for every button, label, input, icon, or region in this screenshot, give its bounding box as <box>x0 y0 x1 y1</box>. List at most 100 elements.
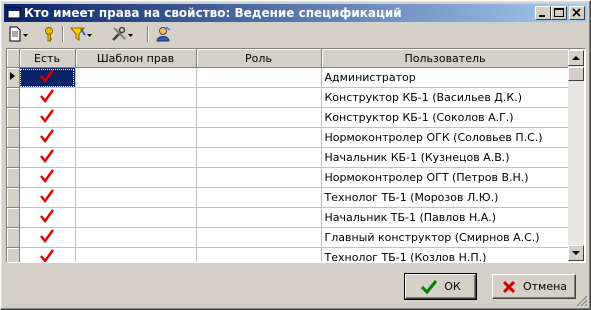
arrow-up-icon <box>572 56 580 60</box>
row-indicator-header <box>7 49 20 68</box>
row-indicator[interactable] <box>7 207 20 228</box>
column-header-role[interactable]: Роль <box>196 49 322 68</box>
cancel-x-icon <box>502 280 516 293</box>
scroll-up-button[interactable] <box>568 50 584 66</box>
table-row[interactable]: Конструктор КБ-1 (Васильев Д.К.) <box>7 87 570 108</box>
role-cell[interactable] <box>196 207 322 228</box>
checkmark-icon <box>40 249 55 262</box>
has-right-cell[interactable] <box>19 187 76 208</box>
has-right-cell[interactable] <box>19 127 76 148</box>
cancel-button[interactable]: Отмена <box>492 274 576 299</box>
template-cell[interactable] <box>75 127 197 148</box>
has-right-cell[interactable] <box>19 207 76 228</box>
user-cell[interactable]: Администратор <box>321 67 570 88</box>
template-cell[interactable] <box>75 67 197 88</box>
has-right-cell[interactable] <box>19 227 76 248</box>
column-header-template[interactable]: Шаблон прав <box>75 49 197 68</box>
scroll-down-button[interactable] <box>568 245 584 261</box>
cancel-button-label: Отмена <box>522 280 568 293</box>
rights-grid[interactable]: Есть Шаблон прав Роль Пользователь Админ… <box>6 48 586 263</box>
row-indicator[interactable] <box>7 227 20 248</box>
table-row[interactable]: Начальник ТБ-1 (Павлов Н.А.) <box>7 207 570 228</box>
title-bar[interactable]: Кто имеет права на свойство: Ведение спе… <box>4 4 587 22</box>
template-cell[interactable] <box>75 107 197 128</box>
row-indicator[interactable] <box>7 107 20 128</box>
row-indicator[interactable] <box>7 147 20 168</box>
row-indicator[interactable] <box>7 187 20 208</box>
checkmark-icon <box>40 149 55 164</box>
window-title: Кто имеет права на свойство: Ведение спе… <box>24 6 402 20</box>
table-row[interactable]: Начальник КБ-1 (Кузнецов А.В.) <box>7 147 570 168</box>
checkmark-icon <box>40 129 55 144</box>
user-cell[interactable]: Главный конструктор (Смирнов А.С.) <box>321 227 570 248</box>
template-cell[interactable] <box>75 247 197 262</box>
maximize-button[interactable] <box>551 6 567 20</box>
dropdown-arrow-icon <box>128 34 133 37</box>
checkmark-icon <box>40 89 55 104</box>
template-cell[interactable] <box>75 147 197 168</box>
checkmark-icon <box>421 279 438 294</box>
scroll-thumb[interactable] <box>568 67 584 81</box>
role-cell[interactable] <box>196 147 322 168</box>
close-button[interactable] <box>569 6 585 20</box>
template-cell[interactable] <box>75 167 197 188</box>
has-right-cell[interactable] <box>19 147 76 168</box>
dropdown-arrow-icon <box>87 34 92 37</box>
row-indicator[interactable] <box>7 87 20 108</box>
row-indicator[interactable] <box>7 127 20 148</box>
user-cell[interactable]: Начальник КБ-1 (Кузнецов А.В.) <box>321 147 570 168</box>
user-cell[interactable]: Конструктор КБ-1 (Соколов А.Г.) <box>321 107 570 128</box>
table-row[interactable]: Технолог ТБ-1 (Морозов Л.Ю.) <box>7 187 570 208</box>
user-button[interactable] <box>155 25 171 43</box>
role-cell[interactable] <box>196 107 322 128</box>
arrow-down-icon <box>572 251 580 255</box>
role-cell[interactable] <box>196 167 322 188</box>
table-row[interactable]: Технолог ТБ-1 (Козлов Н.П.) <box>7 247 570 262</box>
minimize-button[interactable] <box>535 6 551 20</box>
template-cell[interactable] <box>75 87 197 108</box>
user-cell[interactable]: Конструктор КБ-1 (Васильев Д.К.) <box>321 87 570 108</box>
vertical-scrollbar[interactable] <box>568 50 584 261</box>
role-cell[interactable] <box>196 247 322 262</box>
user-cell[interactable]: Начальник ТБ-1 (Павлов Н.А.) <box>321 207 570 228</box>
role-cell[interactable] <box>196 67 322 88</box>
resize-grip-icon[interactable] <box>576 295 588 307</box>
user-cell[interactable]: Нормоконтролер ОГК (Соловьев П.С.) <box>321 127 570 148</box>
role-cell[interactable] <box>196 87 322 108</box>
checkmark-icon <box>40 109 55 124</box>
checkmark-icon <box>40 189 55 204</box>
row-indicator[interactable] <box>7 67 20 88</box>
row-indicator[interactable] <box>7 247 20 262</box>
has-right-cell[interactable] <box>19 67 76 88</box>
template-cell[interactable] <box>75 227 197 248</box>
tools-button[interactable] <box>111 25 134 43</box>
filter-button[interactable] <box>70 25 93 43</box>
has-right-cell[interactable] <box>19 247 76 262</box>
template-cell[interactable] <box>75 187 197 208</box>
grid-header-row: Есть Шаблон прав Роль Пользователь <box>7 49 570 68</box>
table-row[interactable]: Конструктор КБ-1 (Соколов А.Г.) <box>7 107 570 128</box>
template-cell[interactable] <box>75 207 197 228</box>
user-cell[interactable]: Технолог ТБ-1 (Козлов Н.П.) <box>321 247 570 262</box>
toolbar <box>4 24 587 44</box>
has-right-cell[interactable] <box>19 107 76 128</box>
key-icon <box>45 27 53 42</box>
role-cell[interactable] <box>196 227 322 248</box>
table-row[interactable]: Администратор <box>7 67 570 88</box>
ok-button[interactable]: ОК <box>404 273 477 300</box>
has-right-cell[interactable] <box>19 87 76 108</box>
user-cell[interactable]: Технолог ТБ-1 (Морозов Л.Ю.) <box>321 187 570 208</box>
table-row[interactable]: Главный конструктор (Смирнов А.С.) <box>7 227 570 248</box>
row-indicator[interactable] <box>7 167 20 188</box>
role-cell[interactable] <box>196 127 322 148</box>
user-cell[interactable]: Нормоконтролер ОГТ (Петров В.Н.) <box>321 167 570 188</box>
current-row-arrow-icon <box>10 72 15 80</box>
role-cell[interactable] <box>196 187 322 208</box>
new-document-button[interactable] <box>8 25 29 43</box>
column-header-has[interactable]: Есть <box>19 49 76 68</box>
table-row[interactable]: Нормоконтролер ОГТ (Петров В.Н.) <box>7 167 570 188</box>
table-row[interactable]: Нормоконтролер ОГК (Соловьев П.С.) <box>7 127 570 148</box>
key-button[interactable] <box>42 25 56 43</box>
column-header-user[interactable]: Пользователь <box>321 49 570 68</box>
has-right-cell[interactable] <box>19 167 76 188</box>
